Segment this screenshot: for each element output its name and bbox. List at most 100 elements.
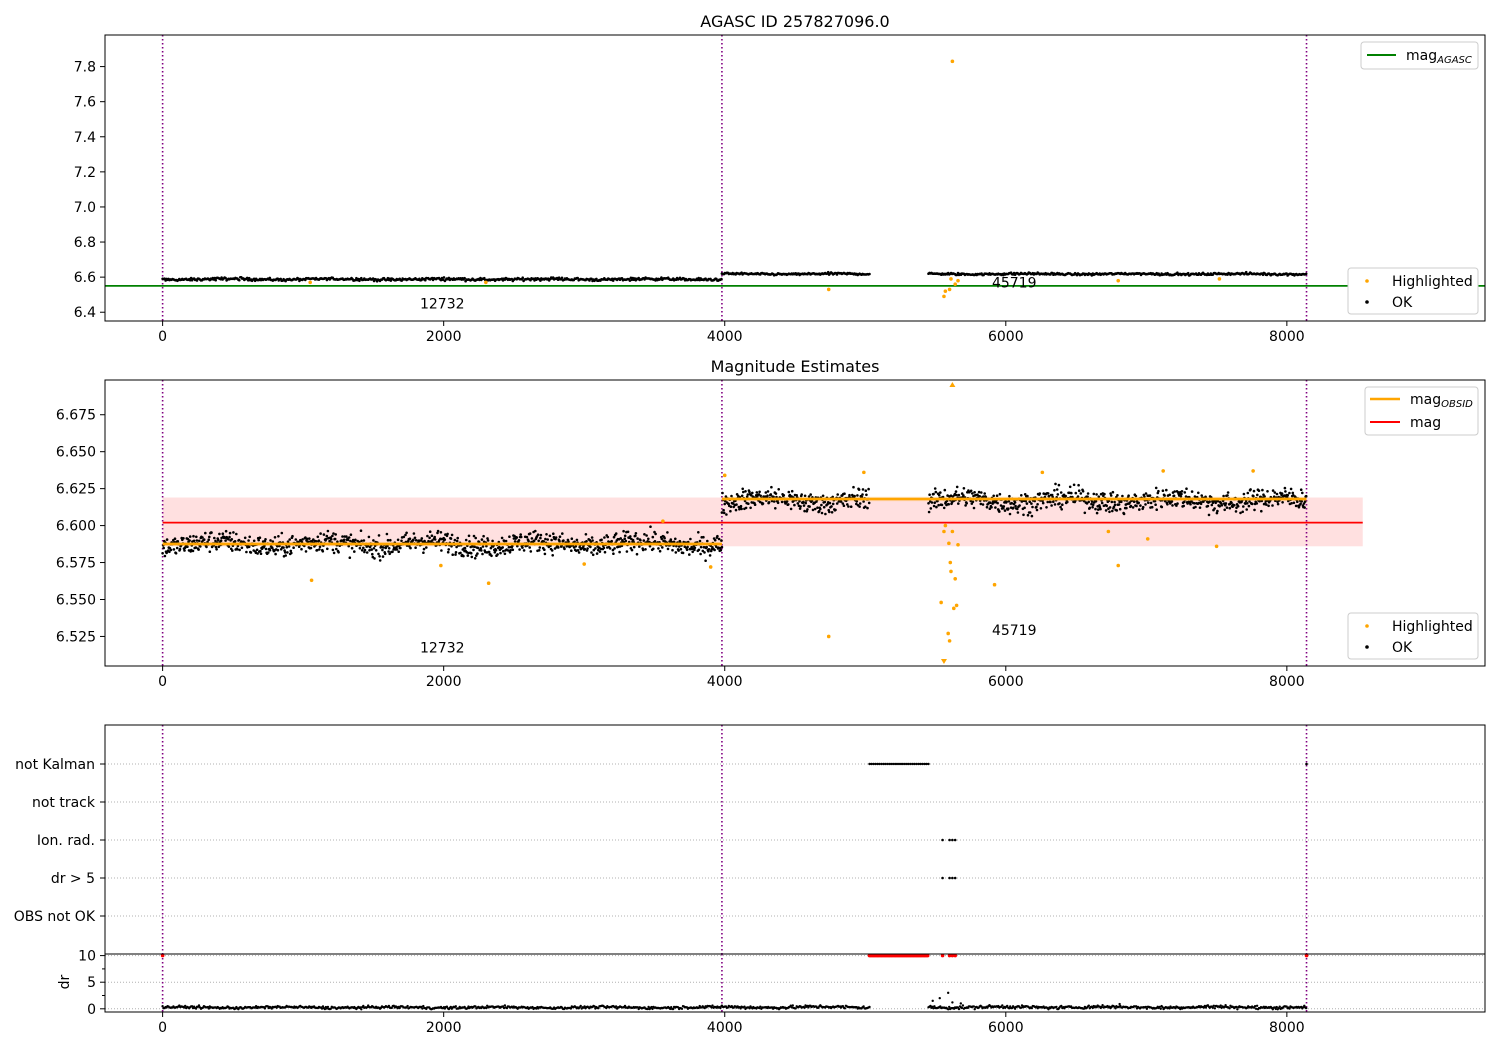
- highlighted-point: [708, 565, 713, 569]
- ok-point: [236, 548, 239, 551]
- ok-point: [1213, 1007, 1217, 1010]
- ok-point: [1092, 492, 1096, 496]
- ok-point: [849, 505, 853, 509]
- ok-point: [697, 548, 701, 552]
- ok-point: [711, 1004, 714, 1007]
- ok-point: [713, 538, 717, 542]
- ok-point: [231, 549, 234, 552]
- ok-point: [980, 491, 983, 494]
- obsid-label: 12732: [420, 641, 465, 657]
- ok-point: [790, 489, 794, 493]
- ok-point: [679, 547, 683, 551]
- ok-point: [508, 535, 511, 538]
- ok-point: [420, 537, 424, 540]
- ok-point: [178, 547, 182, 551]
- ok-point: [450, 533, 454, 537]
- x-tick-label: 2000: [426, 1020, 462, 1036]
- ok-point: [867, 501, 871, 505]
- ok-point: [693, 546, 697, 550]
- ok-point: [476, 546, 480, 550]
- magnitude-panel-title: Magnitude Estimates: [711, 357, 880, 376]
- ok-point: [1041, 501, 1045, 505]
- highlighted-point: [484, 280, 488, 285]
- ok-point: [630, 548, 634, 552]
- ok-point: [688, 553, 691, 556]
- ok-point: [793, 503, 796, 507]
- ok-point: [782, 494, 786, 497]
- obsid-label: 12732: [420, 297, 465, 313]
- highlighted-point: [661, 519, 665, 523]
- ok-point: [677, 549, 680, 552]
- ok-point: [230, 538, 234, 541]
- ok-point: [820, 503, 823, 507]
- ok-point: [422, 551, 425, 554]
- ok-point: [331, 548, 335, 552]
- ok-point: [182, 537, 185, 540]
- ok-point: [1014, 504, 1017, 508]
- ok-point: [623, 534, 627, 538]
- ok-point: [761, 502, 765, 505]
- y-tick-label: 5: [87, 975, 96, 991]
- ok-point: [861, 488, 865, 491]
- ok-point: [370, 548, 374, 551]
- dr-axis-label: dr: [57, 974, 73, 989]
- ok-point: [447, 548, 451, 551]
- legend-highlighted-marker: [1365, 279, 1369, 283]
- ok-point: [990, 506, 993, 509]
- ok-point: [308, 537, 311, 540]
- agasc-points-legend: Highlighted OK: [1347, 267, 1479, 315]
- highlighted-point: [722, 473, 727, 478]
- dr-outlier-point: [931, 999, 934, 1003]
- ok-point: [362, 539, 366, 542]
- ok-point: [382, 546, 385, 549]
- ok-point: [744, 506, 748, 510]
- ok-point: [843, 1007, 847, 1010]
- ok-point: [747, 502, 750, 506]
- ok-point: [932, 504, 936, 508]
- ok-point: [636, 537, 639, 540]
- ok-point: [947, 503, 950, 506]
- ok-point: [744, 490, 747, 493]
- ok-point: [1058, 502, 1061, 505]
- ok-point: [965, 502, 968, 505]
- ok-point: [238, 278, 241, 282]
- flag-label-not-track: not track: [32, 795, 96, 811]
- ok-point: [644, 548, 647, 551]
- ok-point: [962, 487, 966, 490]
- ok-point: [1299, 502, 1302, 506]
- x-tick-label: 4000: [707, 1020, 743, 1036]
- ok-point: [321, 550, 325, 553]
- ok-point: [439, 531, 443, 534]
- ok-point: [1292, 501, 1296, 505]
- ok-point: [543, 548, 546, 551]
- ok-point: [868, 272, 871, 276]
- ok-point: [1068, 485, 1072, 489]
- ok-point: [1095, 511, 1099, 515]
- flag-point: [941, 876, 944, 880]
- ok-point: [539, 533, 543, 537]
- ok-point: [525, 535, 529, 539]
- ok-point: [191, 549, 195, 553]
- ok-point: [674, 551, 678, 554]
- ok-point: [1168, 493, 1171, 497]
- ok-point: [735, 503, 738, 506]
- flag-point: [951, 838, 954, 842]
- ok-point: [1278, 1005, 1281, 1008]
- ok-point: [1247, 504, 1251, 508]
- y-tick-label: 10: [78, 949, 96, 965]
- magnitude-lines-legend: magOBSID mag: [1364, 386, 1479, 436]
- ok-point: [751, 491, 754, 495]
- ok-point: [217, 538, 220, 542]
- ok-point: [301, 538, 304, 541]
- ok-point: [969, 489, 973, 493]
- y-tick-label: 7.6: [74, 95, 96, 111]
- ok-point: [173, 537, 177, 540]
- ok-point: [1113, 503, 1117, 507]
- ok-point: [652, 547, 655, 551]
- ok-point: [1139, 504, 1142, 507]
- ok-point: [1180, 492, 1183, 496]
- ok-point: [820, 511, 824, 515]
- ok-point: [1213, 507, 1216, 510]
- x-tick-label: 6000: [988, 1020, 1024, 1036]
- ok-point: [1256, 493, 1259, 497]
